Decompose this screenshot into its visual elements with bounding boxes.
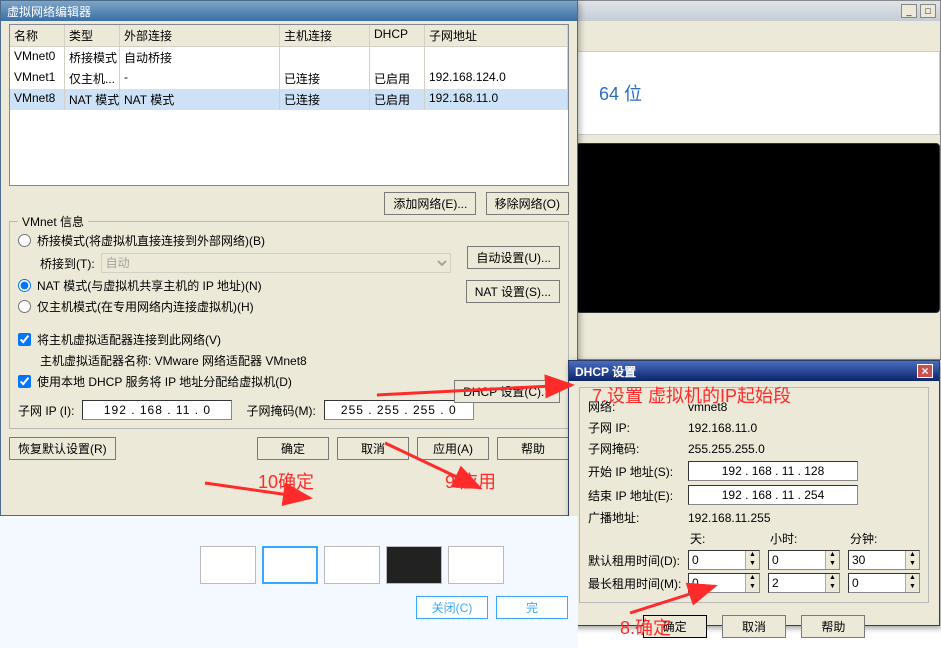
connect-host-check-row[interactable]: 将主机虚拟适配器连接到此网络(V)	[18, 331, 560, 348]
add-network-button[interactable]: 添加网络(E)...	[384, 192, 476, 215]
bridge-to-select: 自动	[101, 253, 451, 273]
def-hours-spin[interactable]: ▲▼	[768, 550, 840, 570]
nat-radio[interactable]	[18, 279, 31, 292]
maximize-icon[interactable]: □	[920, 4, 936, 18]
use-dhcp-check-row[interactable]: 使用本地 DHCP 服务将 IP 地址分配给虚拟机(D) DHCP 设置(C).…	[18, 373, 560, 390]
dhcp-start-label: 开始 IP 地址(S):	[588, 463, 688, 480]
def-days-spin[interactable]: ▲▼	[688, 550, 760, 570]
col-host: 主机连接	[280, 25, 370, 46]
close-icon[interactable]: ×	[917, 364, 933, 378]
bg-preview	[576, 143, 940, 313]
dhcp-start-input[interactable]: 192 . 168 . 11 . 128	[688, 461, 858, 481]
thumbnails	[0, 516, 578, 584]
vmnet-info-legend: VMnet 信息	[18, 213, 88, 230]
subnet-mask-label: 子网掩码(M):	[246, 402, 315, 419]
subnet-mask-input[interactable]: 255 . 255 . 255 . 0	[324, 400, 474, 420]
apply-button[interactable]: 应用(A)	[417, 437, 489, 460]
mins-head: 分钟:	[848, 530, 928, 547]
restore-defaults-button[interactable]: 恢复默认设置(R)	[9, 437, 116, 460]
col-type: 类型	[65, 25, 120, 46]
bottom-strip: 关闭(C) 完	[0, 516, 578, 648]
hours-head: 小时:	[768, 530, 848, 547]
dhcp-subip-label: 子网 IP:	[588, 419, 688, 436]
dhcp-net-value: vmnet8	[688, 400, 920, 414]
dhcp-bcast-value: 192.168.11.255	[688, 511, 920, 525]
dhcp-mask-value: 255.255.255.0	[688, 442, 920, 456]
col-name: 名称	[10, 25, 65, 46]
auto-settings-button[interactable]: 自动设置(U)...	[467, 246, 560, 269]
dhcp-fieldset: 网络:vmnet8 子网 IP:192.168.11.0 子网掩码:255.25…	[579, 387, 929, 603]
max-days-spin[interactable]: ▲▼	[688, 573, 760, 593]
days-head: 天:	[688, 530, 768, 547]
bg-text: 64 位	[599, 80, 642, 106]
table-row[interactable]: VMnet0桥接模式自动桥接	[10, 47, 568, 68]
background-window: _ □ 64 位	[575, 0, 941, 360]
dhcp-settings-button[interactable]: DHCP 设置(C)...	[454, 380, 560, 403]
bg-content: 64 位	[576, 51, 940, 135]
table-header: 名称 类型 外部连接 主机连接 DHCP 子网地址	[10, 25, 568, 47]
dhcp-end-label: 结束 IP 地址(E):	[588, 487, 688, 504]
hostonly-radio[interactable]	[18, 300, 31, 313]
table-row[interactable]: VMnet1仅主机...-已连接已启用192.168.124.0	[10, 68, 568, 89]
dhcp-mask-label: 子网掩码:	[588, 440, 688, 457]
bridge-radio[interactable]	[18, 234, 31, 247]
dhcp-net-label: 网络:	[588, 398, 688, 415]
thumb[interactable]	[386, 546, 442, 584]
connect-host-checkbox[interactable]	[18, 333, 31, 346]
nat-settings-button[interactable]: NAT 设置(S)...	[466, 280, 560, 303]
bg-window-controls: _ □	[576, 1, 940, 21]
dhcp-cancel-button[interactable]: 取消	[722, 615, 786, 638]
subnet-ip-label: 子网 IP (I):	[18, 402, 74, 419]
vne-title: 虚拟网络编辑器	[1, 1, 577, 21]
max-hours-spin[interactable]: ▲▼	[768, 573, 840, 593]
col-ext: 外部连接	[120, 25, 280, 46]
dhcp-bcast-label: 广播地址:	[588, 509, 688, 526]
def-mins-spin[interactable]: ▲▼	[848, 550, 920, 570]
nat-radio-row[interactable]: NAT 模式(与虚拟机共享主机的 IP 地址)(N) NAT 设置(S)...	[18, 277, 560, 294]
dhcp-end-input[interactable]: 192 . 168 . 11 . 254	[688, 485, 858, 505]
col-subnet: 子网地址	[425, 25, 568, 46]
use-dhcp-checkbox[interactable]	[18, 375, 31, 388]
strip-close-button[interactable]: 关闭(C)	[416, 596, 488, 619]
bridge-to-label: 桥接到(T):	[40, 255, 95, 272]
thumb[interactable]	[448, 546, 504, 584]
dhcp-ok-button[interactable]: 确定	[643, 615, 707, 638]
adapter-name-label: 主机虚拟适配器名称: VMware 网络适配器 VMnet8	[40, 352, 560, 369]
max-mins-spin[interactable]: ▲▼	[848, 573, 920, 593]
max-lease-label: 最长租用时间(M):	[588, 575, 688, 592]
remove-network-button[interactable]: 移除网络(O)	[486, 192, 569, 215]
help-button[interactable]: 帮助	[497, 437, 569, 460]
virtual-network-editor: 虚拟网络编辑器 名称 类型 外部连接 主机连接 DHCP 子网地址 VMnet0…	[0, 0, 578, 516]
thumb[interactable]	[200, 546, 256, 584]
vmnet-info-group: VMnet 信息 桥接模式(将虚拟机直接连接到外部网络)(B) 桥接到(T): …	[9, 221, 569, 429]
dhcp-subip-value: 192.168.11.0	[688, 421, 920, 435]
ok-button[interactable]: 确定	[257, 437, 329, 460]
default-lease-label: 默认租用时间(D):	[588, 552, 688, 569]
strip-complete-button[interactable]: 完	[496, 596, 568, 619]
subnet-ip-input[interactable]: 192 . 168 . 11 . 0	[82, 400, 232, 420]
dhcp-settings-dialog: DHCP 设置 × 网络:vmnet8 子网 IP:192.168.11.0 子…	[568, 360, 940, 626]
network-table[interactable]: 名称 类型 外部连接 主机连接 DHCP 子网地址 VMnet0桥接模式自动桥接…	[9, 24, 569, 186]
minimize-icon[interactable]: _	[901, 4, 917, 18]
dhcp-help-button[interactable]: 帮助	[801, 615, 865, 638]
table-row[interactable]: VMnet8NAT 模式NAT 模式已连接已启用192.168.11.0	[10, 89, 568, 110]
col-dhcp: DHCP	[370, 25, 425, 46]
thumb[interactable]	[324, 546, 380, 584]
thumb[interactable]	[262, 546, 318, 584]
cancel-button[interactable]: 取消	[337, 437, 409, 460]
dhcp-title: DHCP 设置	[575, 363, 636, 380]
